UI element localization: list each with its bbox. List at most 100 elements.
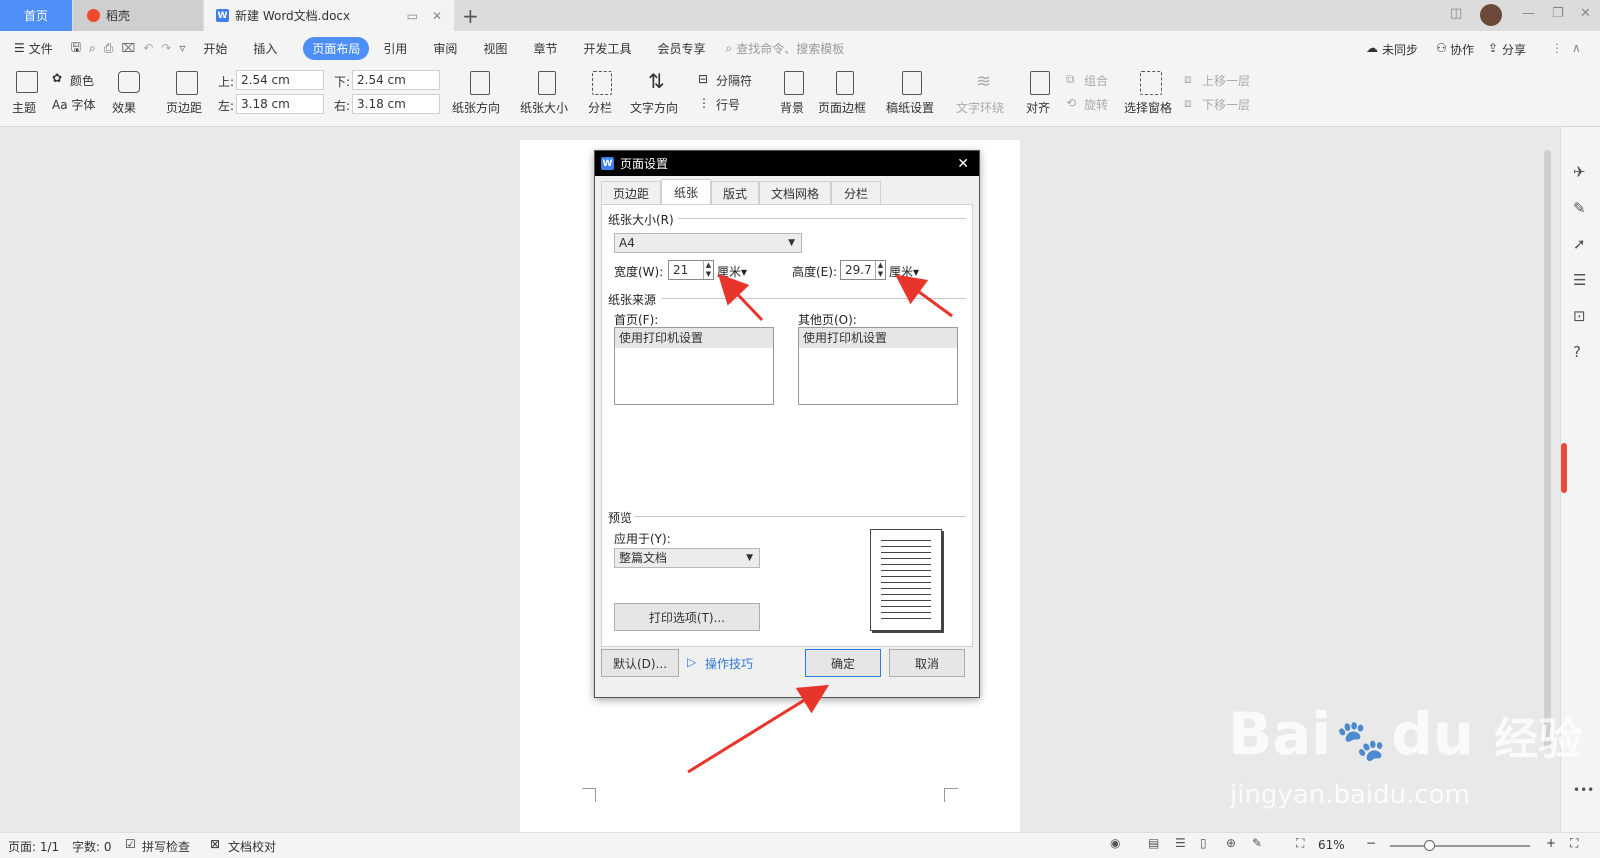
tab-margins[interactable]: 页边距 (601, 181, 661, 205)
zoom-out-icon[interactable]: − (1366, 836, 1376, 850)
pen-icon[interactable]: ✎ (1573, 199, 1586, 217)
other-pages-list[interactable]: 使用打印机设置 (798, 327, 958, 405)
more-dots-icon[interactable]: ••• (1573, 783, 1594, 797)
tips-link[interactable]: 操作技巧 (705, 655, 753, 672)
menu-references[interactable]: 引用 (383, 40, 407, 57)
paper-size-button[interactable]: 纸张大小 (520, 99, 568, 116)
orientation-icon[interactable] (470, 71, 490, 95)
read-view-icon[interactable]: ▯ (1200, 836, 1207, 850)
menu-insert[interactable]: 插入 (253, 40, 277, 57)
text-direction-icon[interactable]: ⇅ (648, 69, 665, 93)
page-border-button[interactable]: 页面边框 (818, 99, 866, 116)
proof-button[interactable]: 文档校对 (228, 838, 276, 855)
bring-forward-button[interactable]: 上移一层 (1202, 72, 1250, 89)
default-button[interactable]: 默认(D)... (601, 649, 679, 677)
menu-file[interactable]: 文件 (29, 40, 53, 57)
effect-icon[interactable] (118, 71, 140, 93)
more-dropdown-icon[interactable]: ▿ (179, 41, 185, 55)
select-pane-icon[interactable] (1140, 71, 1162, 95)
cursor-icon[interactable]: ➚ (1573, 235, 1586, 253)
background-button[interactable]: 背景 (780, 99, 804, 116)
text-wrap-button[interactable]: 文字环绕 (956, 99, 1004, 116)
color-button[interactable]: 颜色 (70, 72, 94, 89)
fit-page-icon[interactable]: ⛶ (1296, 836, 1304, 851)
rocket-icon[interactable]: ✈ (1573, 163, 1586, 181)
spin-arrows-icon[interactable]: ▲ ▼ (703, 261, 713, 279)
minimize-icon[interactable]: — (1522, 6, 1535, 21)
sliders-icon[interactable]: ☰ (1573, 271, 1586, 289)
draft-icon[interactable] (902, 71, 922, 95)
breaks-button[interactable]: 分隔符 (716, 72, 752, 89)
font-button[interactable]: Aa 字体 (52, 96, 95, 113)
print-preview-icon[interactable]: ⌧ (121, 41, 135, 55)
dialog-close-icon[interactable]: ✕ (957, 156, 969, 172)
menu-developer[interactable]: 开发工具 (583, 40, 631, 57)
send-backward-button[interactable]: 下移一层 (1202, 96, 1250, 113)
draft-settings-button[interactable]: 稿纸设置 (886, 99, 934, 116)
align-button[interactable]: 对齐 (1026, 99, 1050, 116)
share-button[interactable]: 分享 (1502, 41, 1526, 58)
menu-member[interactable]: 会员专享 (657, 40, 705, 57)
orientation-button[interactable]: 纸张方向 (452, 99, 500, 116)
print-icon[interactable]: ⎙ (104, 41, 114, 56)
write-view-icon[interactable]: ✎ (1252, 836, 1262, 850)
tab-document[interactable]: W 新建 Word文档.docx ▭ ✕ (204, 0, 454, 31)
web-view-icon[interactable]: ⊕ (1226, 836, 1236, 850)
ok-button[interactable]: 确定 (805, 649, 881, 677)
print-options-button[interactable]: 打印选项(T)... (614, 603, 760, 631)
search-command-input[interactable]: 查找命令、搜索模板 (736, 40, 844, 57)
outline-view-icon[interactable]: ☰ (1175, 836, 1186, 850)
more-icon[interactable]: ⋮ (1551, 41, 1563, 55)
menu-review[interactable]: 审阅 (433, 40, 457, 57)
select-pane-button[interactable]: 选择窗格 (1124, 99, 1172, 116)
margins-button[interactable]: 页边距 (166, 99, 202, 116)
tab-doc-grid[interactable]: 文档网格 (759, 181, 831, 205)
pin-icon[interactable]: ▭ (407, 9, 418, 23)
word-count[interactable]: 字数: 0 (72, 838, 112, 855)
line-number-button[interactable]: 行号 (716, 96, 740, 113)
align-icon[interactable] (1030, 71, 1050, 95)
margins-icon[interactable] (176, 71, 198, 95)
group-button[interactable]: 组合 (1084, 72, 1108, 89)
restore-icon[interactable]: ❐ (1552, 6, 1564, 21)
columns-icon[interactable] (592, 71, 612, 95)
width-input[interactable]: 21 ▲ ▼ (668, 260, 714, 280)
spell-check-button[interactable]: 拼写检查 (142, 838, 190, 855)
rotate-button[interactable]: 旋转 (1084, 96, 1108, 113)
help-icon[interactable]: ? (1573, 343, 1581, 361)
collab-button[interactable]: 协作 (1450, 41, 1474, 58)
tab-home[interactable]: 首页 (0, 0, 72, 31)
margin-right-input[interactable]: 3.18 cm (352, 94, 440, 114)
tab-layout[interactable]: 版式 (711, 181, 759, 205)
scroll-thumb[interactable] (1544, 150, 1551, 750)
paper-size-icon[interactable] (538, 71, 556, 95)
redo-icon[interactable]: ↷ (161, 41, 171, 55)
columns-button[interactable]: 分栏 (588, 99, 612, 116)
tab-paper[interactable]: 纸张 (661, 179, 711, 205)
zoom-in-icon[interactable]: + (1546, 836, 1556, 850)
avatar[interactable] (1480, 4, 1502, 26)
first-page-list[interactable]: 使用打印机设置 (614, 327, 774, 405)
zoom-slider-handle[interactable] (1424, 840, 1435, 851)
text-direction-button[interactable]: 文字方向 (630, 99, 678, 116)
margin-left-input[interactable]: 3.18 cm (236, 94, 324, 114)
margin-bottom-input[interactable]: 2.54 cm (352, 70, 440, 90)
save-icon[interactable]: 🖫 (71, 38, 81, 59)
page-border-icon[interactable] (836, 71, 854, 95)
zoom-level[interactable]: 61% (1318, 838, 1345, 852)
format-painter-icon[interactable]: ⌕ (89, 41, 96, 56)
dialog-titlebar[interactable]: W 页面设置 ✕ (595, 151, 979, 176)
theme-button[interactable]: 主题 (12, 99, 36, 116)
menu-view[interactable]: 视图 (483, 40, 507, 57)
effect-button[interactable]: 效果 (112, 99, 136, 116)
layout-icon[interactable]: ◫ (1450, 6, 1462, 21)
menu-start[interactable]: 开始 (203, 40, 227, 57)
cancel-button[interactable]: 取消 (889, 649, 965, 677)
margin-top-input[interactable]: 2.54 cm (236, 70, 324, 90)
height-unit-select[interactable]: 厘米▾ (889, 263, 919, 280)
zoom-slider[interactable] (1390, 840, 1530, 851)
menu-section[interactable]: 章节 (533, 40, 557, 57)
page-count[interactable]: 页面: 1/1 (8, 838, 59, 855)
other-pages-option[interactable]: 使用打印机设置 (799, 328, 957, 348)
paper-size-select[interactable]: A4 ▼ (614, 233, 802, 253)
